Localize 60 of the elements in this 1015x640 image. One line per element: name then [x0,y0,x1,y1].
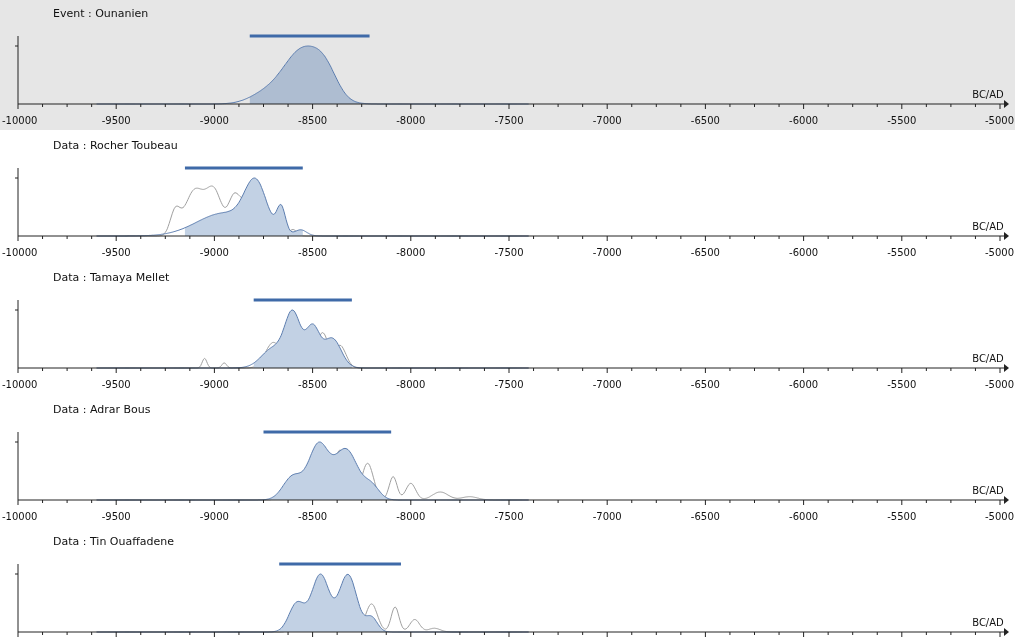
panel-title: Event : Ounanien [52,6,149,22]
tick-label: -9000 [199,379,229,390]
tick-label: -9000 [199,115,229,126]
tick-label: -9500 [101,379,131,390]
tick-label: -10000 [2,247,38,258]
tick-label: -6500 [690,511,720,522]
panel-title: Data : Tin Ouaffadene [52,534,175,550]
panel-title: Data : Tamaya Mellet [52,270,170,286]
tick-label: -9500 [101,115,131,126]
tick-label: -5000 [984,379,1014,390]
tick-label: -5500 [887,247,917,258]
y-axis [14,431,19,501]
tick-label: -7500 [494,379,524,390]
tick-label: -7500 [494,115,524,126]
tick-label: -5500 [887,511,917,522]
y-axis [14,167,19,237]
tick-label: -8500 [298,511,328,522]
tick-label: -6000 [789,511,819,522]
tick-label: -8500 [298,115,328,126]
axis-unit-label: BC/AD [972,617,1004,628]
tick-label: -10000 [2,115,38,126]
panel-title: Data : Adrar Bous [52,402,151,418]
axis-unit-label: BC/AD [972,353,1004,364]
tick-label: -7500 [494,247,524,258]
tick-label: -7000 [592,247,622,258]
panel-title: Data : Rocher Toubeau [52,138,178,154]
y-axis [14,563,19,633]
tick-label: -7500 [494,511,524,522]
chart-panel[interactable]: Event : Ounanien BC/AD -10000 -9500 -9000 -8500 -8000 -7500 -7000 -6500 -6000 -5500 -5000 [0,0,1015,130]
tick-label: -10000 [2,511,38,522]
tick-label: -5500 [887,115,917,126]
tick-label: -6500 [690,247,720,258]
tick-label: -7000 [592,379,622,390]
tick-label: -5000 [984,247,1014,258]
tick-label: -5000 [984,511,1014,522]
y-axis [14,35,19,105]
tick-label: -8000 [396,511,426,522]
tick-label: -9500 [101,511,131,522]
y-axis [14,299,19,369]
tick-label: -5000 [984,115,1014,126]
tick-label: -9500 [101,247,131,258]
axis-unit-label: BC/AD [972,89,1004,100]
axis-unit-label: BC/AD [972,221,1004,232]
tick-label: -10000 [2,379,38,390]
axis-unit-label: BC/AD [972,485,1004,496]
tick-label: -8500 [298,379,328,390]
tick-label: -9000 [199,247,229,258]
tick-label: -8500 [298,247,328,258]
tick-label: -6500 [690,115,720,126]
tick-label: -5500 [887,379,917,390]
tick-label: -8000 [396,379,426,390]
tick-label: -9000 [199,511,229,522]
tick-label: -8000 [396,247,426,258]
tick-label: -7000 [592,115,622,126]
tick-label: -6000 [789,115,819,126]
tick-label: -8000 [396,115,426,126]
tick-label: -6500 [690,379,720,390]
tick-label: -6000 [789,247,819,258]
tick-label: -7000 [592,511,622,522]
tick-label: -6000 [789,379,819,390]
